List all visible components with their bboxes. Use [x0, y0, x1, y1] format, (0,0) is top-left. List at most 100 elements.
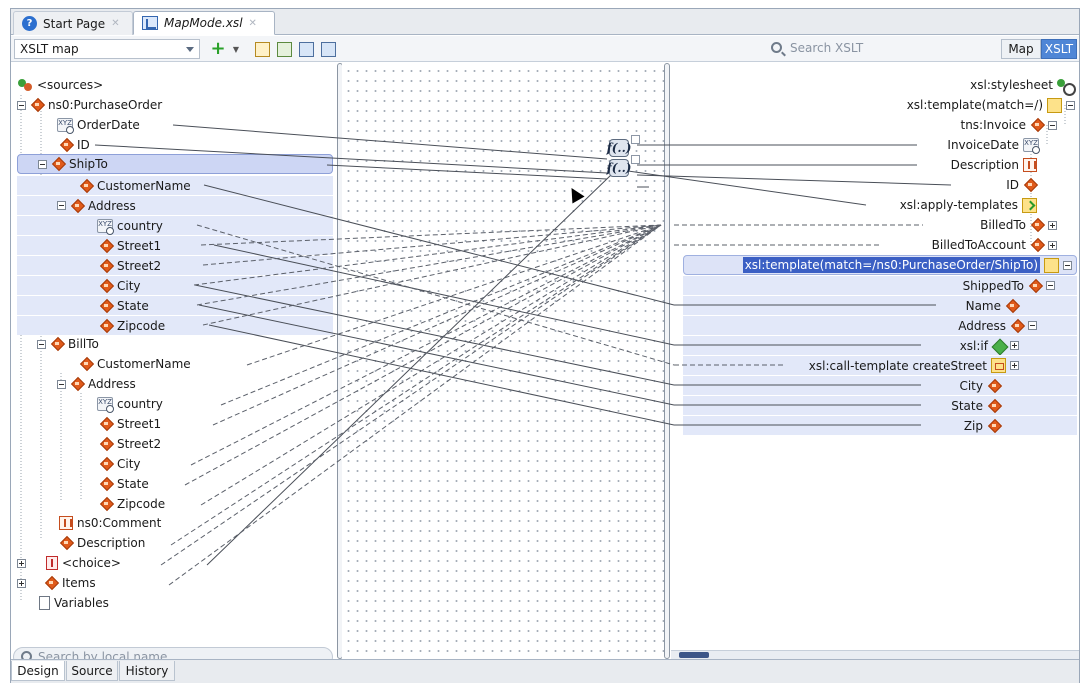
tree-node-purchase-order[interactable]: ns0:PurchaseOrder: [17, 95, 162, 115]
target-node-state[interactable]: State: [683, 395, 1077, 415]
collapse-icon[interactable]: [57, 379, 66, 389]
tab-start-page[interactable]: ? Start Page ✕: [13, 11, 133, 35]
tree-node-label: Zipcode: [117, 497, 166, 511]
tree-node-billto-zipcode[interactable]: Zipcode: [99, 494, 165, 514]
tree-node-variables[interactable]: Variables: [39, 593, 109, 613]
scroll-thumb[interactable]: [679, 652, 709, 658]
view-mode-select[interactable]: XSLT map: [14, 39, 200, 59]
collapse-icon[interactable]: [1066, 100, 1075, 110]
tree-node-id[interactable]: ID: [59, 135, 90, 155]
tree-node-billto-city[interactable]: City: [99, 454, 141, 474]
tree-node-shipto[interactable]: ShipTo: [17, 154, 333, 174]
collapse-icon[interactable]: [57, 201, 66, 210]
expand-icon[interactable]: [1010, 341, 1019, 350]
close-icon[interactable]: ✕: [111, 18, 119, 29]
target-node-shippedto[interactable]: ShippedTo: [683, 275, 1077, 295]
tree-node-comment[interactable]: ns0:Comment: [59, 513, 161, 533]
tree-node-label: Address: [88, 198, 136, 213]
horizontal-scrollbar[interactable]: [671, 650, 1079, 659]
function-box[interactable]: f(..): [607, 139, 631, 157]
tree-node-label: CustomerName: [97, 357, 191, 371]
expand-icon[interactable]: [631, 155, 640, 164]
tree-node-choice[interactable]: <choice>: [17, 553, 121, 573]
tree-node-orderdate[interactable]: XYZ OrderDate: [57, 115, 140, 135]
expand-icon[interactable]: [17, 578, 26, 588]
element-icon: [987, 421, 1001, 431]
tree-node-shipto-customername[interactable]: CustomerName: [17, 175, 333, 195]
collapse-icon[interactable]: [1028, 321, 1037, 330]
generate-report-button[interactable]: [319, 40, 337, 58]
target-node-zip[interactable]: Zip: [683, 415, 1077, 435]
collapse-icon[interactable]: [38, 159, 47, 169]
function-box[interactable]: f(..): [607, 159, 631, 177]
auto-map-button[interactable]: [275, 40, 293, 58]
element-icon: [44, 578, 58, 588]
element-icon: [99, 419, 113, 429]
target-node-billedtoaccount[interactable]: BilledToAccount: [932, 235, 1057, 255]
tree-node-label: Street2: [117, 258, 162, 273]
binoculars-icon: [254, 41, 270, 57]
target-node-city[interactable]: City: [683, 375, 1077, 395]
test-button[interactable]: [297, 40, 315, 58]
tree-node-items[interactable]: Items: [17, 573, 96, 593]
search-xslt-input[interactable]: Search XSLT: [764, 39, 994, 59]
target-node-description[interactable]: Description: [951, 155, 1037, 175]
element-icon: [1030, 220, 1044, 230]
tree-node-billto-street2[interactable]: Street2: [99, 434, 161, 454]
tree-node-label: tns:Invoice: [960, 118, 1026, 132]
collapse-icon[interactable]: [1048, 120, 1057, 130]
tree-node-billto[interactable]: BillTo: [37, 334, 99, 354]
tab-source[interactable]: Source: [66, 661, 118, 681]
expand-icon[interactable]: [1048, 240, 1057, 250]
target-node-xsl-if[interactable]: xsl:if: [683, 335, 1077, 355]
collapse-icon[interactable]: [1046, 281, 1055, 290]
tree-node-billto-country[interactable]: XYZ country: [97, 394, 163, 414]
target-node-id[interactable]: ID: [1006, 175, 1037, 195]
xslt-view-button[interactable]: XSLT: [1041, 39, 1077, 59]
tree-node-label: country: [117, 397, 163, 411]
expand-icon[interactable]: [1048, 220, 1057, 230]
target-node-invoicedate[interactable]: InvoiceDate XYZ: [947, 135, 1040, 155]
target-node-invoice[interactable]: tns:Invoice: [960, 115, 1057, 135]
target-node-call-template[interactable]: xsl:call-template createStreet: [683, 355, 1077, 375]
tree-node-billto-street1[interactable]: Street1: [99, 414, 161, 434]
right-splitter[interactable]: [664, 63, 670, 659]
tree-node-shipto-state[interactable]: State: [17, 295, 333, 315]
target-node-stylesheet[interactable]: xsl:stylesheet: [970, 75, 1076, 96]
add-dropdown-button[interactable]: ▼: [227, 40, 245, 58]
tree-node-shipto-address[interactable]: Address: [17, 195, 333, 215]
tree-node-shipto-city[interactable]: City: [17, 275, 333, 295]
tab-mapmode-xsl[interactable]: MapMode.xsl ✕: [133, 11, 275, 35]
expand-icon[interactable]: [631, 135, 640, 144]
tree-node-shipto-street1[interactable]: Street1: [17, 235, 333, 255]
target-node-billedto[interactable]: BilledTo: [980, 215, 1057, 235]
tree-node-label: <sources>: [37, 78, 104, 92]
tree-node-shipto-country[interactable]: XYZ country: [17, 215, 333, 235]
collapse-icon[interactable]: [1063, 260, 1072, 270]
caret-down-icon: ▼: [232, 44, 240, 54]
xslt-map-icon: [142, 16, 158, 30]
target-node-apply-templates[interactable]: xsl:apply-templates: [900, 195, 1037, 215]
tree-node-description[interactable]: Description: [59, 533, 145, 553]
add-function-button[interactable]: +: [209, 40, 227, 58]
tree-root-sources[interactable]: <sources>: [17, 75, 103, 95]
target-node-template-shipto[interactable]: xsl:template(match=/ns0:PurchaseOrder/Sh…: [683, 255, 1077, 275]
collapse-icon[interactable]: [17, 100, 26, 110]
expand-icon[interactable]: [1010, 361, 1019, 370]
find-button[interactable]: [253, 40, 271, 58]
tree-node-billto-customername[interactable]: CustomerName: [79, 354, 191, 374]
tab-history[interactable]: History: [119, 661, 175, 681]
tree-node-label: State: [951, 398, 983, 413]
close-icon[interactable]: ✕: [249, 18, 257, 29]
tree-node-shipto-street2[interactable]: Street2: [17, 255, 333, 275]
tree-node-billto-address[interactable]: Address: [57, 374, 136, 394]
map-view-button[interactable]: Map: [1001, 39, 1041, 59]
expand-icon[interactable]: [17, 558, 26, 568]
target-node-name[interactable]: Name: [683, 295, 1077, 315]
target-node-template-root[interactable]: xsl:template(match=/): [907, 95, 1075, 115]
tree-node-shipto-zipcode[interactable]: Zipcode: [17, 315, 333, 335]
collapse-icon[interactable]: [37, 339, 46, 349]
target-node-address[interactable]: Address: [683, 315, 1077, 335]
tree-node-billto-state[interactable]: State: [99, 474, 149, 494]
tab-design[interactable]: Design: [11, 661, 65, 681]
